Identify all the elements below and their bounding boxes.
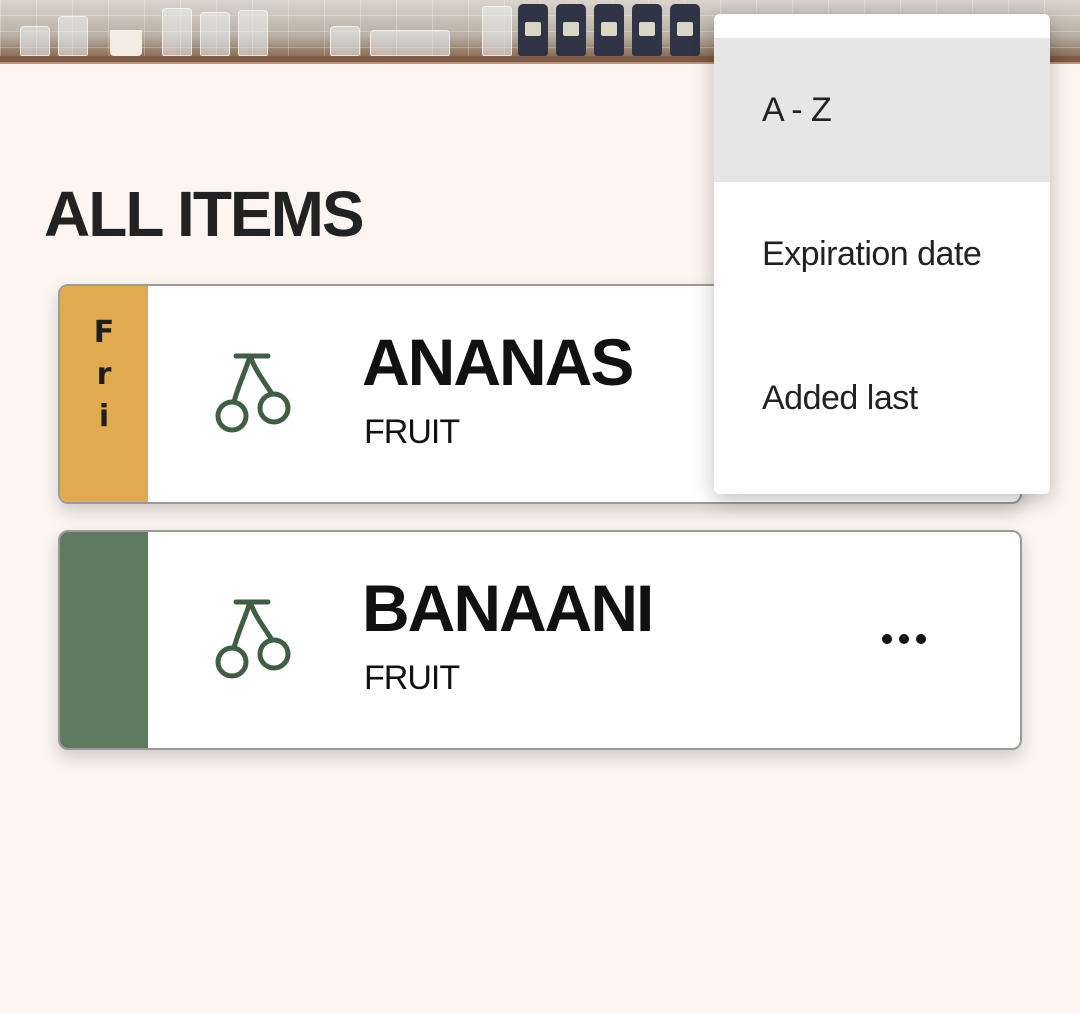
sort-menu: A - Z Expiration date Added last	[714, 14, 1050, 494]
sort-option-label: A - Z	[762, 90, 832, 129]
item-card-banaani[interactable]: BANAANI FRUIT	[58, 530, 1022, 750]
more-options-icon[interactable]	[876, 614, 932, 664]
item-category: FRUIT	[364, 413, 460, 451]
strip-letter: i	[98, 399, 110, 434]
sort-option-added-last[interactable]: Added last	[714, 326, 1050, 470]
sort-option-a-z[interactable]: A - Z	[714, 38, 1050, 182]
strip-letter: F	[93, 315, 115, 350]
sort-option-expiration-date[interactable]: Expiration date	[714, 182, 1050, 326]
expiry-strip: F r i	[60, 286, 148, 502]
strip-letter: r	[96, 357, 112, 392]
cherry-icon	[210, 594, 300, 684]
item-name: ANANAS	[362, 325, 634, 399]
screen: ALL ITEMS F r i ANANAS FRUIT BANAANI FRU…	[0, 0, 1080, 1013]
page-title: ALL ITEMS	[44, 178, 365, 250]
sort-option-label: Added last	[762, 378, 918, 417]
expiry-strip	[60, 532, 148, 748]
cherry-icon	[210, 348, 300, 438]
sort-option-label: Expiration date	[762, 234, 982, 273]
item-name: BANAANI	[362, 571, 654, 645]
item-category: FRUIT	[364, 659, 460, 697]
